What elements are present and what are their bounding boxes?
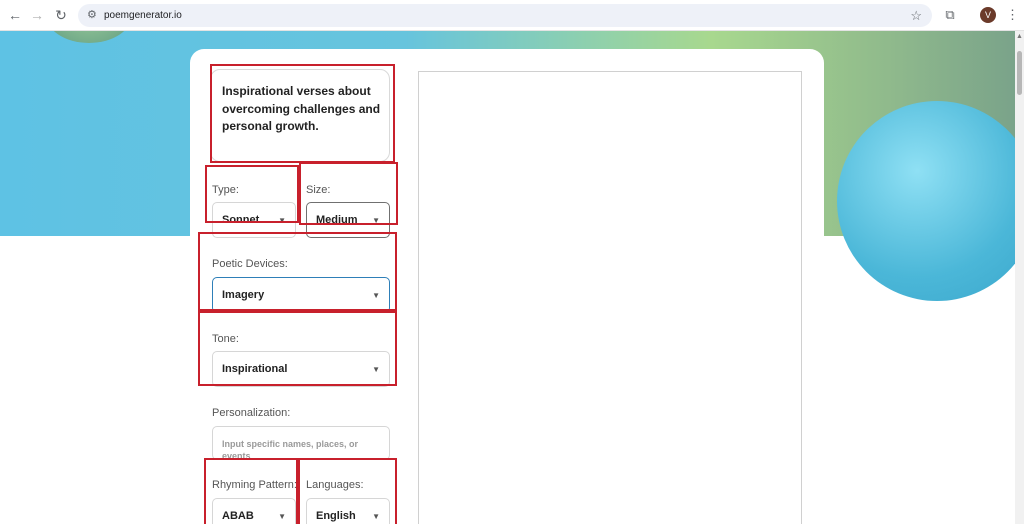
personalization-label: Personalization: <box>212 407 291 419</box>
extensions-icon[interactable]: ⧉ <box>942 7 958 23</box>
page-scrollbar[interactable]: ▲ <box>1015 31 1024 524</box>
browser-toolbar: ← → ↻ ⚙ poemgenerator.io ☆ ⧉ V ⋮ <box>0 0 1024 31</box>
highlight-box <box>210 64 395 163</box>
address-bar[interactable]: ⚙ poemgenerator.io ☆ <box>78 4 932 27</box>
reload-icon[interactable]: ↻ <box>52 6 70 24</box>
forward-arrow-icon[interactable]: → <box>28 6 46 24</box>
browser-menu-icon[interactable]: ⋮ <box>1006 7 1019 23</box>
highlight-box <box>298 458 397 524</box>
profile-avatar[interactable]: V <box>980 7 996 23</box>
highlight-box <box>299 162 398 225</box>
personalization-input[interactable]: Input specific names, places, or events <box>212 426 390 461</box>
page-viewport: Inspirational verses about overcoming ch… <box>0 31 1015 524</box>
bookmark-star-icon[interactable]: ☆ <box>910 7 922 24</box>
scroll-up-icon[interactable]: ▲ <box>1016 33 1023 40</box>
highlight-box <box>205 165 299 223</box>
scrollbar-thumb[interactable] <box>1017 51 1022 95</box>
back-arrow-icon[interactable]: ← <box>6 6 24 24</box>
decorative-bubble <box>45 31 133 43</box>
highlight-box <box>204 458 298 524</box>
poem-output-panel <box>418 71 802 524</box>
highlight-box <box>198 311 397 386</box>
decorative-bubble <box>837 101 1015 301</box>
highlight-box <box>198 232 397 311</box>
url-text[interactable]: poemgenerator.io <box>104 8 182 23</box>
site-info-icon[interactable]: ⚙ <box>87 8 97 23</box>
